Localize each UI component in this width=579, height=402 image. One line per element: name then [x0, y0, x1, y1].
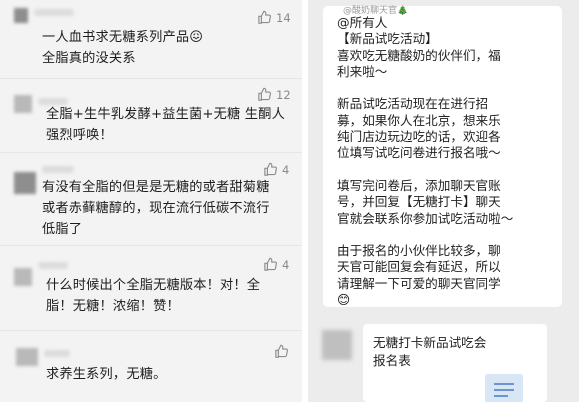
form-icon: [485, 374, 523, 402]
comment-text: 一人血书求无糖系列产品😖 全脂真的没关系: [42, 30, 204, 66]
username-blur: [34, 9, 74, 16]
avatar: [14, 95, 32, 113]
divider: [0, 330, 302, 331]
avatar: [14, 172, 36, 194]
like-count: 4: [282, 257, 290, 272]
username-blur: [42, 166, 74, 173]
like-button[interactable]: 14: [257, 10, 291, 25]
thumbs-up-icon: [264, 257, 277, 271]
like-button[interactable]: 12: [257, 87, 291, 102]
comment-text: 什么时候出个全脂无糖版本！对！全 脂！无糖！浓缩！赞！: [46, 278, 261, 314]
divider: [0, 152, 302, 153]
divider: [0, 78, 302, 79]
announcement-text: @所有人 【新品试吃活动】 喜欢吃无糖酸奶的伙伴们，福 利来啦～ 新品试吃活动现…: [337, 15, 514, 308]
thumbs-up-icon: [275, 344, 288, 358]
thumbs-up-icon: [258, 10, 271, 24]
comment-text: 有没有全脂的但是是无糖的或者甜菊糖 或者赤藓糖醇的，现在流行低碳不流行 低脂了: [42, 180, 270, 237]
avatar: [14, 8, 28, 23]
like-button[interactable]: 4: [263, 257, 289, 272]
like-count: 4: [282, 162, 290, 177]
avatar: [14, 268, 32, 286]
comment-text: 全脂+生牛乳发酵+益生菌+无糖 生酮人 强烈呼唤！: [46, 107, 285, 143]
divider: [0, 245, 302, 246]
username-blur: [44, 350, 70, 357]
announcement-bubble: @酸奶聊天官🎄 @所有人 【新品试吃活动】 喜欢吃无糖酸奶的伙伴们，福 利来啦～…: [323, 6, 562, 307]
avatar: [322, 330, 352, 360]
avatar: [16, 348, 38, 366]
like-button[interactable]: [274, 344, 293, 359]
comment-text: 求养生系列，无糖。: [46, 367, 167, 382]
like-count: 14: [276, 10, 291, 25]
like-count: 12: [276, 87, 291, 102]
thumbs-up-icon: [264, 162, 277, 176]
card-title: 无糖打卡新品试吃会报名表: [373, 335, 487, 368]
group-chat-panel: @酸奶聊天官🎄 @所有人 【新品试吃活动】 喜欢吃无糖酸奶的伙伴们，福 利来啦～…: [308, 0, 579, 402]
thumbs-up-icon: [258, 87, 271, 101]
comments-panel: 一人血书求无糖系列产品😖 全脂真的没关系 14 全脂+生牛乳发酵+益生菌+无糖 …: [0, 0, 302, 402]
username-blur: [38, 262, 68, 269]
form-card[interactable]: 无糖打卡新品试吃会报名表: [363, 324, 547, 402]
like-button[interactable]: 4: [263, 162, 289, 177]
